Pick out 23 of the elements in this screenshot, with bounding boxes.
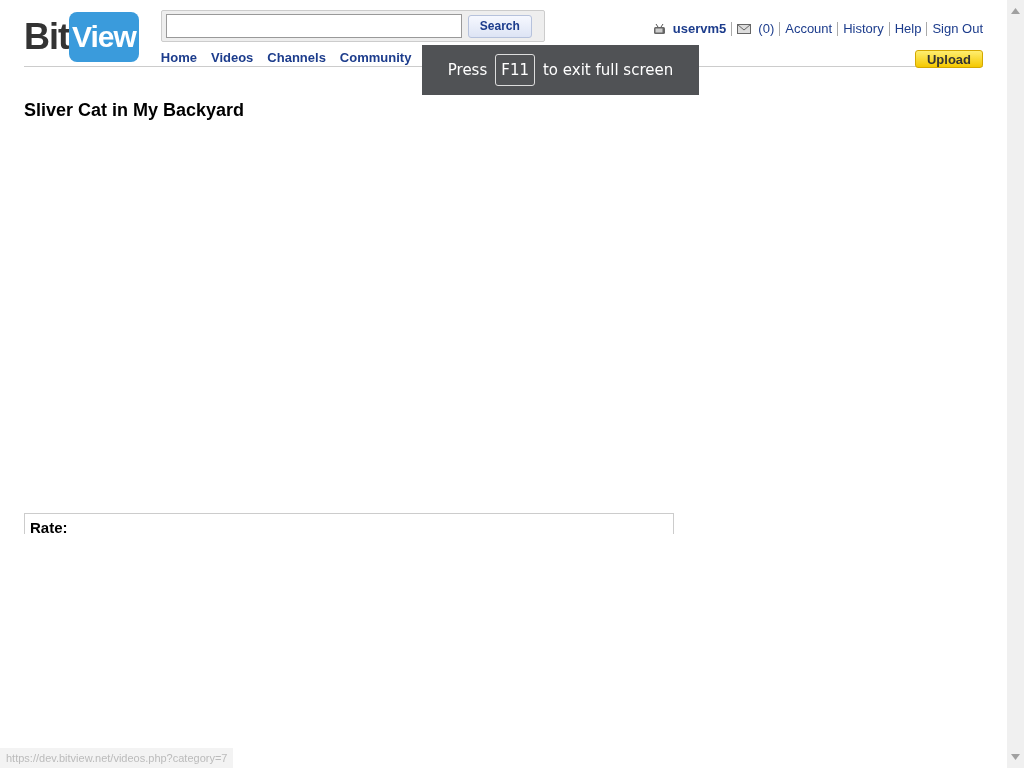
- account-link[interactable]: Sign Out: [932, 21, 983, 36]
- search-field[interactable]: [165, 14, 462, 38]
- nav-link[interactable]: Channels: [267, 50, 326, 65]
- rate-label: Rate:: [30, 519, 68, 536]
- notice-text: to exit full screen: [542, 61, 674, 79]
- messages-link[interactable]: (0): [758, 21, 775, 36]
- key-label: F11: [495, 54, 535, 86]
- notice-text: Press: [447, 61, 488, 79]
- nav-link[interactable]: Videos: [210, 50, 254, 65]
- envelope-icon: [737, 23, 752, 34]
- account-link[interactable]: History: [843, 21, 884, 36]
- tv-icon: [652, 22, 666, 35]
- username-link[interactable]: uservm5: [672, 21, 727, 36]
- video-title: Sliver Cat in My Backyard: [24, 100, 246, 121]
- search-button[interactable]: Search: [467, 14, 532, 38]
- nav-link[interactable]: Community: [339, 50, 412, 65]
- scroll-up-icon[interactable]: [1011, 8, 1020, 14]
- scroll-down-icon[interactable]: [1011, 754, 1020, 760]
- upload-button[interactable]: Upload: [914, 50, 983, 68]
- status-url: https://dev.bitview.net/videos.php?category=7: [0, 748, 234, 768]
- account-link[interactable]: Account: [785, 21, 833, 36]
- nav-link[interactable]: Home: [160, 50, 197, 65]
- account-link[interactable]: Help: [894, 21, 922, 36]
